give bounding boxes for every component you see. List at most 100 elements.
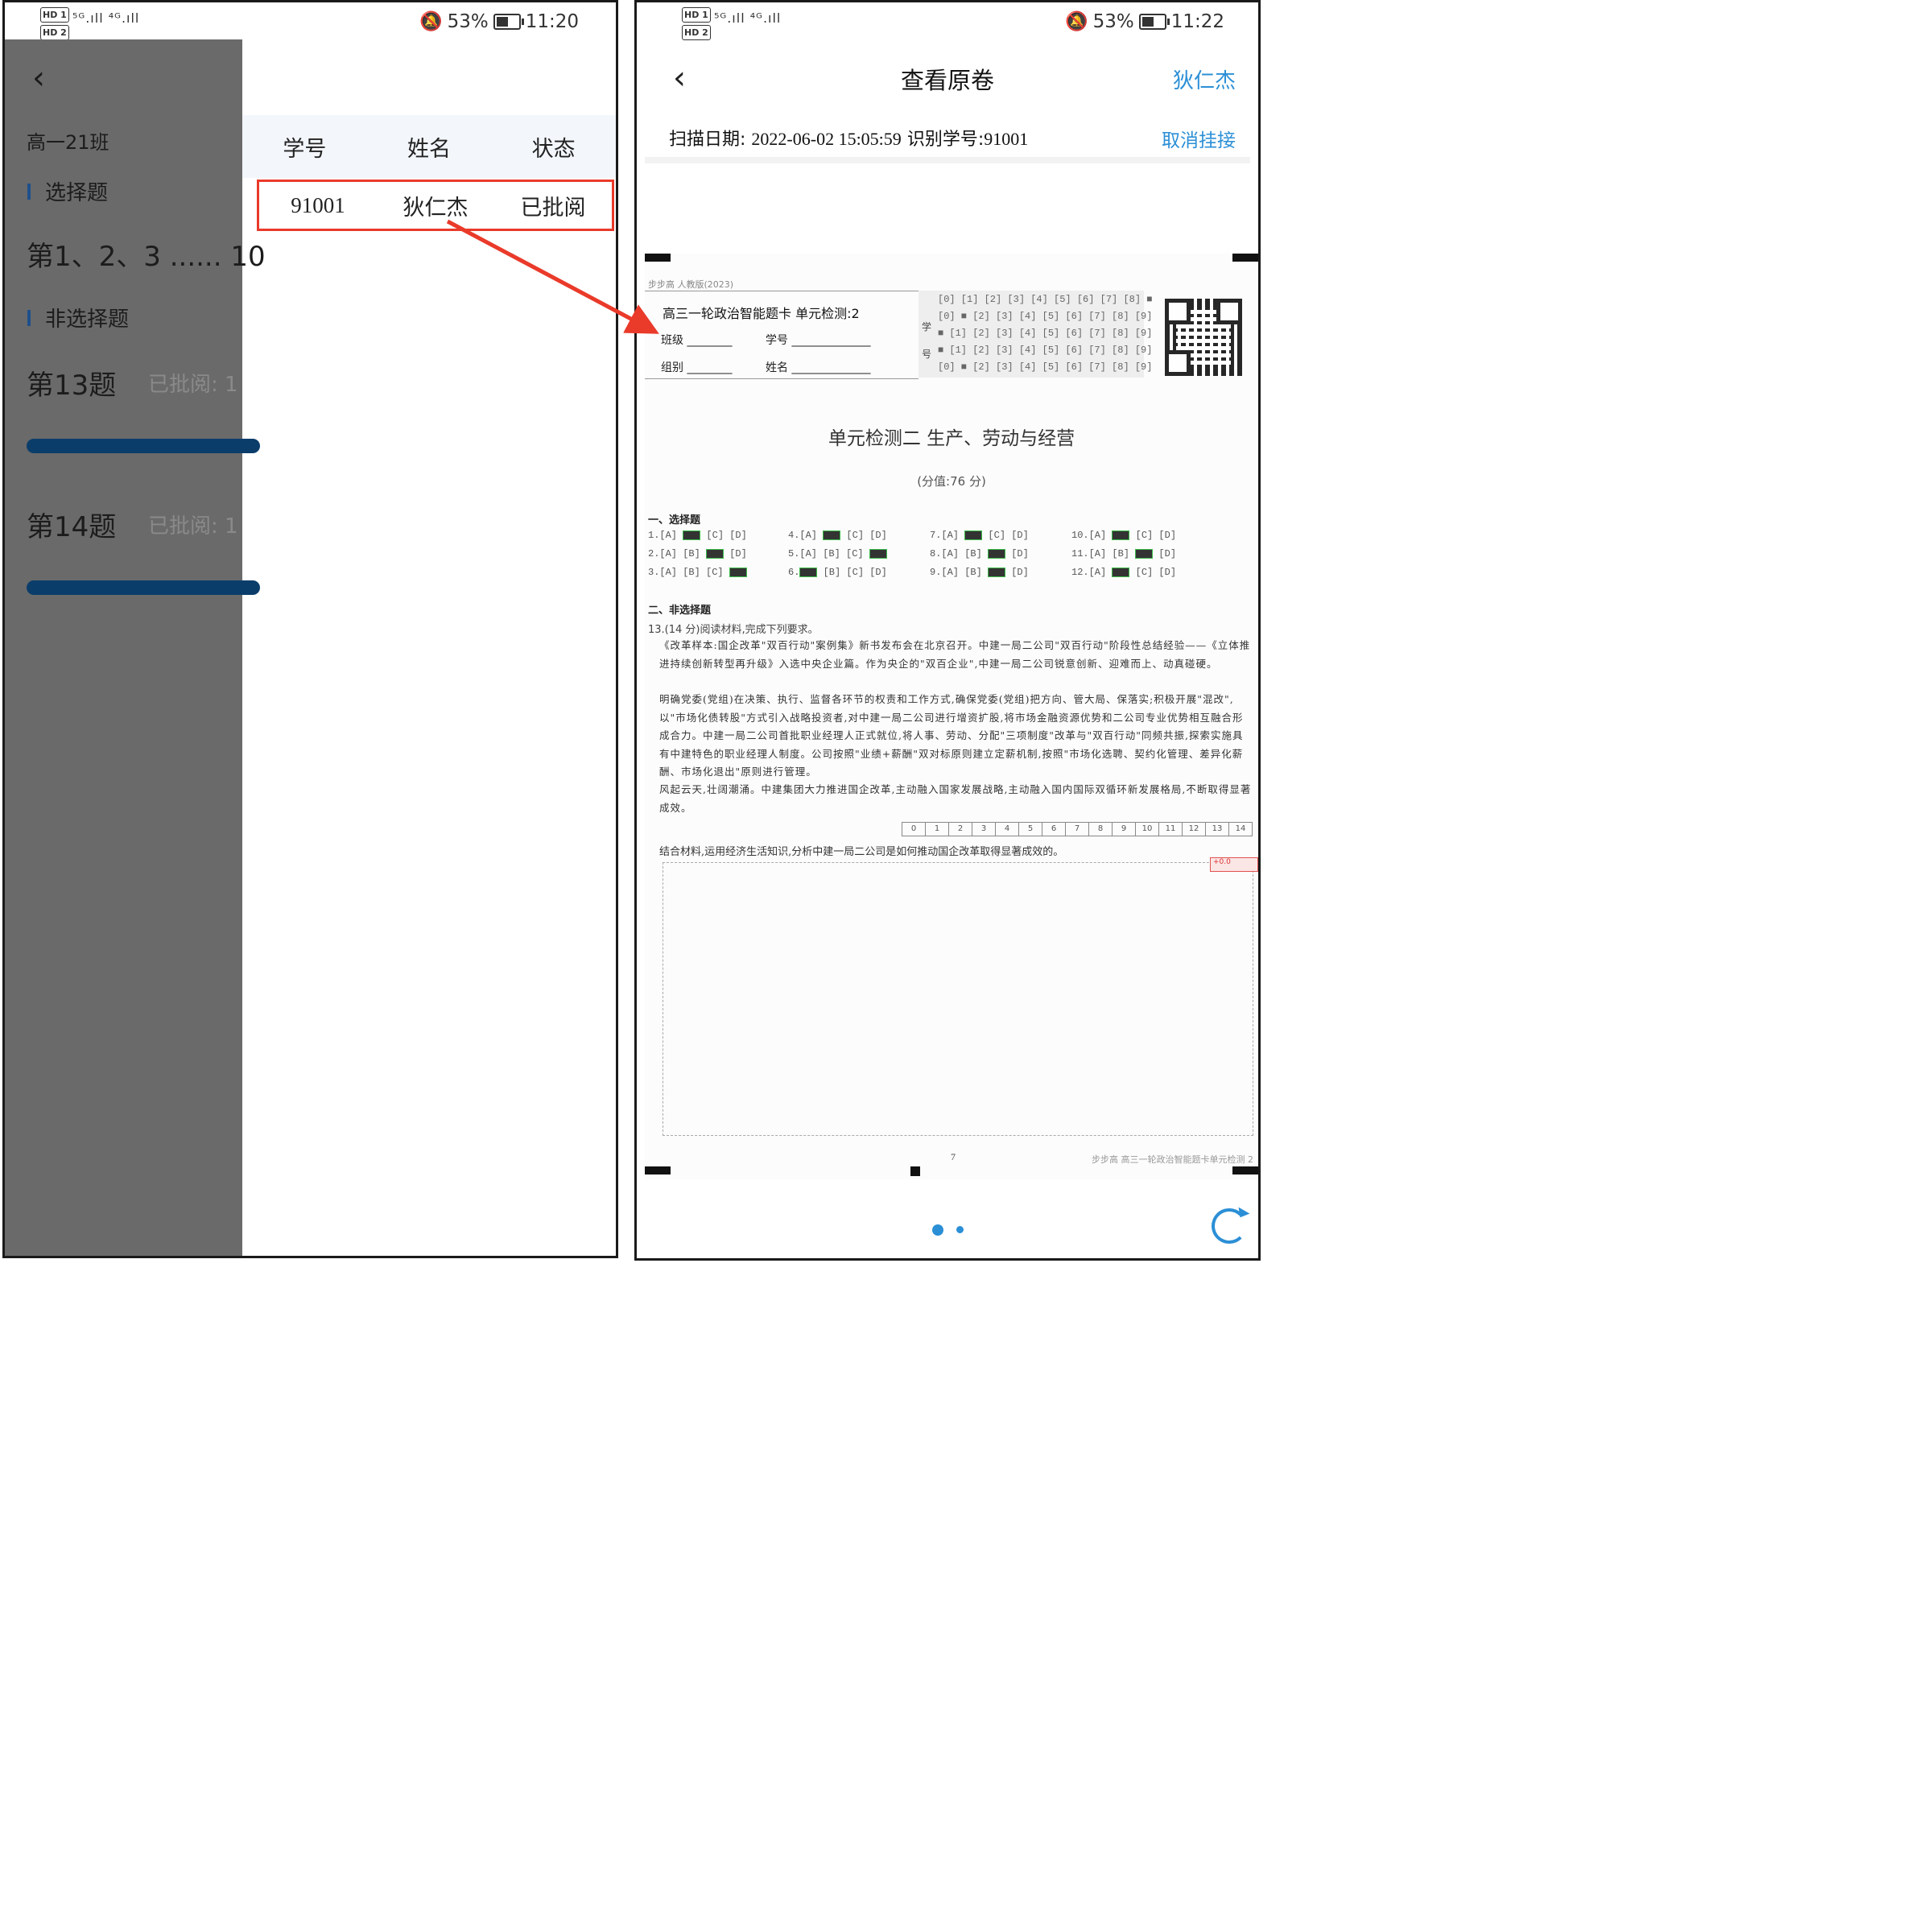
material-paragraph: 明确党委(党组)在决策、执行、监督各环节的权责和工作方式,确保党委(党组)把方向… — [659, 693, 1244, 778]
material-paragraph: 《改革样本:国企改革"双百行动"案例集》新书发布会在北京召开。中建一局二公司"双… — [659, 639, 1251, 670]
section-nonchoice-label: 非选择题 — [45, 308, 130, 332]
section-choice: 选择题 — [27, 176, 108, 206]
question-13-heading: 13.(14 分)阅读材料,完成下列要求。 — [648, 624, 819, 636]
class-label: 班级 — [661, 334, 683, 347]
id-row: ■ [1] [2] [3] [4] [5] [6] [7] [8] [9] — [938, 328, 1153, 339]
status-bar: HD 1 HD 2 ⁵ᴳ.ıll ⁴ᴳ.ıll 🔕 53% 11:20 — [5, 2, 616, 40]
page-title: 查看原卷 — [900, 67, 994, 94]
hd1-badge: HD 1 — [40, 7, 69, 23]
back-arrow-icon[interactable]: ‹ — [32, 62, 45, 94]
student-name-link[interactable]: 狄仁杰 — [1173, 64, 1236, 94]
registration-mark — [1232, 254, 1258, 262]
registration-mark — [645, 1166, 671, 1174]
question-prompt: 结合材料,运用经济生活知识,分析中建一局二公司是如何推动国企改革取得显著成效的。 — [659, 846, 1064, 858]
filled-bubble — [1112, 530, 1130, 540]
id-side-label: 学号 — [922, 321, 932, 360]
page-dot-active[interactable] — [931, 1224, 943, 1236]
recognized-id-label: 识别学号: — [906, 130, 985, 150]
signal-icon: ⁵ᴳ.ıll ⁴ᴳ.ıll — [714, 10, 782, 26]
id-row: ■ [1] [2] [3] [4] [5] [6] [7] [8] [9] — [938, 345, 1153, 356]
header-student-id: 学号 — [283, 136, 327, 162]
row-student-name: 狄仁杰 — [402, 195, 469, 221]
unit-score: (分值:76 分) — [917, 474, 986, 489]
page-indicator — [637, 1221, 1258, 1236]
class-name: 高一21班 — [27, 131, 109, 154]
section-nonchoice: 非选择题 — [27, 303, 129, 332]
hd1-badge: HD 1 — [682, 7, 711, 23]
section-choice-label: 选择题 — [45, 181, 109, 205]
scan-date: 2022-06-02 15:05:59 — [751, 129, 902, 149]
right-phone-screen: HD 1 HD 2 ⁵ᴳ.ıll ⁴ᴳ.ıll 🔕 53% 11:22 ‹ 查看原… — [634, 0, 1261, 1261]
signal-icon: ⁵ᴳ.ıll ⁴ᴳ.ıll — [72, 10, 140, 26]
filled-bubble — [1112, 567, 1130, 577]
section-one-label: 一、选择题 — [648, 514, 701, 526]
filled-bubble — [706, 548, 724, 559]
section-two-label: 二、非选择题 — [648, 605, 712, 617]
row-status: 已批阅 — [520, 195, 586, 221]
row-student-id: 91001 — [291, 192, 345, 217]
id-field-label: 学号 — [766, 334, 788, 347]
page-number: 7 — [951, 1151, 956, 1162]
filled-bubble — [799, 567, 818, 577]
filled-bubble — [869, 548, 887, 559]
unit-title: 单元检测二 生产、劳动与经营 — [828, 428, 1075, 449]
hd2-badge: HD 2 — [682, 25, 711, 40]
clock: 11:20 — [525, 10, 579, 32]
battery-icon — [1138, 13, 1170, 30]
sheet-header: 高三一轮政治智能题卡 单元检测:2 班级 ________ 学号 _______… — [645, 291, 919, 379]
id-row: [0] ■ [2] [3] [4] [5] [6] [7] [8] [9] — [938, 361, 1153, 373]
mute-icon: 🔕 — [1064, 11, 1088, 32]
student-table-header: 学号 姓名 状态 — [242, 115, 616, 178]
scanned-answer-sheet[interactable]: 步步高 人教版(2023) 高三一轮政治智能题卡 单元检测:2 班级 _____… — [645, 254, 1258, 1179]
registration-mark — [1232, 1166, 1258, 1174]
question-13-title[interactable]: 第13题 — [27, 363, 116, 402]
registration-mark — [645, 254, 671, 262]
section-marker — [27, 183, 31, 200]
question-13-status: 已批阅: 1 — [148, 373, 238, 397]
mute-icon: 🔕 — [419, 11, 443, 32]
question-14-progress — [27, 580, 260, 595]
publisher-label: 步步高 人教版(2023) — [648, 279, 734, 290]
score-scale: 0 1 2 3 4 5 6 7 8 9 10 11 12 13 14 — [902, 822, 1253, 836]
filled-bubble — [729, 567, 747, 577]
question-13-progress — [27, 439, 260, 453]
filled-bubble — [1135, 548, 1154, 559]
id-row: [0] ■ [2] [3] [4] [5] [6] [7] [8] [9] — [938, 311, 1153, 322]
qr-code-icon — [1165, 299, 1242, 376]
battery-percent: 53% — [1092, 10, 1134, 32]
clock: 11:22 — [1170, 10, 1224, 32]
header-name: 姓名 — [407, 136, 451, 162]
card-title: 高三一轮政治智能题卡 单元检测:2 — [663, 306, 860, 321]
filled-bubble — [988, 548, 1006, 559]
score-tag: +0.0 — [1210, 857, 1258, 872]
group-label: 组别 — [661, 361, 683, 374]
left-phone-screen: HD 1 HD 2 ⁵ᴳ.ıll ⁴ᴳ.ıll 🔕 53% 11:20 ‹ 高一2… — [2, 0, 618, 1258]
question-14-status: 已批阅: 1 — [148, 514, 238, 539]
filled-bubble — [988, 567, 1006, 577]
battery-percent: 53% — [447, 10, 489, 32]
material-paragraph: 风起云天,壮阔潮涌。中建集团大力推进国企改革,主动融入国家发展战略,主动融入国内… — [659, 783, 1252, 814]
question-14-title[interactable]: 第14题 — [27, 505, 116, 544]
recognized-id: 91001 — [984, 129, 1029, 149]
student-id-bubbles: 学号 [0] [1] [2] [3] [4] [5] [6] [7] [8] ■… — [919, 291, 1152, 378]
header-status: 状态 — [531, 136, 576, 162]
student-row-highlighted[interactable]: 91001 狄仁杰 已批阅 — [257, 180, 614, 231]
id-row: [0] [1] [2] [3] [4] [5] [6] [7] [8] ■ — [938, 294, 1153, 305]
choice-questions[interactable]: 第1、2、3 ...... 10 — [27, 234, 266, 274]
filled-bubble — [964, 530, 983, 540]
hd2-badge: HD 2 — [40, 25, 69, 40]
sheet-footer: 步步高 高三一轮政治智能题卡单元检测 2 — [1092, 1154, 1253, 1165]
registration-mark — [910, 1166, 920, 1176]
refresh-icon[interactable] — [1212, 1208, 1247, 1244]
filled-bubble — [823, 530, 841, 540]
filled-bubble — [683, 530, 701, 540]
unlink-button[interactable]: 取消挂接 — [1162, 125, 1236, 152]
answer-area — [663, 862, 1253, 1136]
status-bar: HD 1 HD 2 ⁵ᴳ.ıll ⁴ᴳ.ıll 🔕 53% 11:22 — [637, 2, 1258, 40]
battery-icon — [493, 13, 524, 30]
name-field-label: 姓名 — [766, 361, 788, 374]
page-dot[interactable] — [956, 1226, 964, 1233]
scan-info: 扫描日期: 2022-06-02 15:05:59 识别学号:91001 — [669, 125, 1028, 151]
dimmed-background-page[interactable]: ‹ 高一21班 选择题 第1、2、3 ...... 10 非选择题 第13题 已… — [5, 39, 266, 1256]
divider — [645, 157, 1250, 163]
